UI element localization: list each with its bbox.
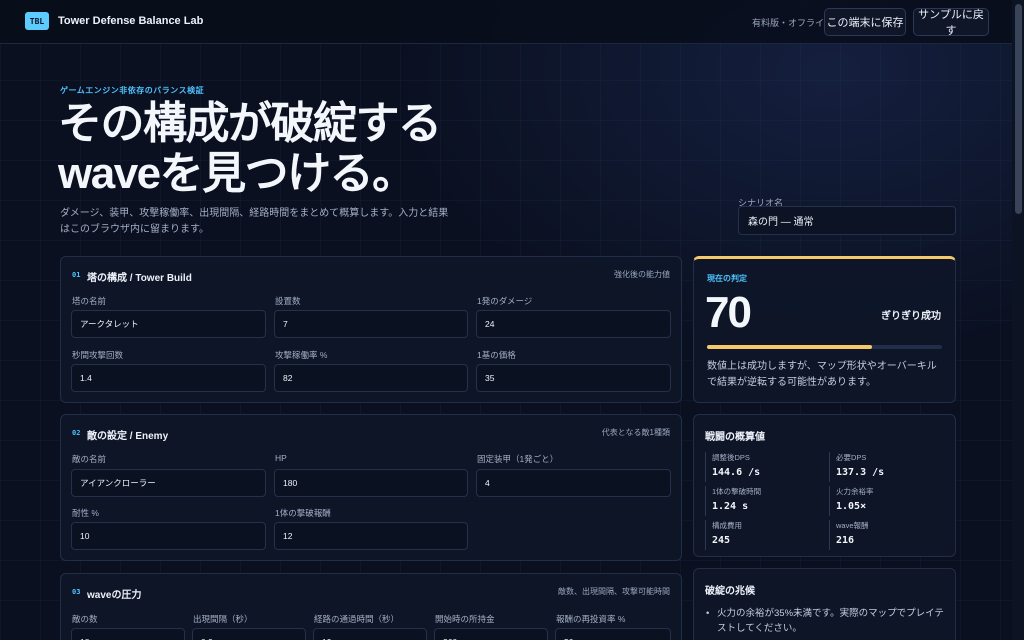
reinvest-rate-label: 報酬の再投資率 % — [556, 614, 626, 624]
metric-value: 144.6 /s — [712, 467, 761, 478]
save-to-device-button[interactable]: この端末に保存 — [824, 8, 906, 36]
metric-required-dps: 必要DPS 137.3 /s — [829, 452, 884, 482]
tower-build-panel: 01 塔の構成 / Tower Build 強化後の能力値 塔の名前 アークタレ… — [60, 256, 682, 403]
section-number: 03 — [72, 588, 81, 596]
tower-count-label: 設置数 — [275, 296, 301, 306]
enemy-count-input[interactable]: 18 — [71, 628, 185, 640]
uptime-percent-label: 攻撃稼働率 % — [275, 350, 328, 360]
attacks-per-second-input[interactable]: 1.4 — [71, 364, 266, 392]
app-logo: TBL — [25, 12, 49, 30]
enemy-panel: 02 敵の設定 / Enemy 代表となる敵1種類 敵の名前 アイアンクローラー… — [60, 414, 682, 561]
reset-to-sample-button[interactable]: サンプルに戻す — [913, 8, 989, 37]
metric-value: 1.05× — [836, 501, 867, 512]
tower-name-label: 塔の名前 — [72, 296, 107, 306]
app-title: Tower Defense Balance Lab — [58, 15, 204, 27]
signs-list-item: 火力の余裕が35%未満です。実際のマップでプレイテストしてください。 — [706, 606, 946, 636]
metric-label: 調整後DPS — [712, 453, 750, 462]
tower-cost-label: 1基の価格 — [477, 350, 516, 360]
scrollbar-thumb[interactable] — [1015, 4, 1022, 214]
kill-reward-label: 1体の撃破報酬 — [275, 508, 331, 518]
top-header: TBL Tower Defense Balance Lab 有料版・オフライン … — [0, 0, 1012, 44]
signs-title: 破綻の兆候 — [705, 586, 755, 597]
metric-label: 火力余裕率 — [836, 487, 874, 496]
enemy-name-input[interactable]: アイアンクローラー — [71, 469, 266, 497]
metric-value: 137.3 /s — [836, 467, 885, 478]
enemy-armor-label: 固定装甲（1発ごと） — [477, 454, 559, 464]
verdict-progress-track — [707, 345, 942, 349]
verdict-description: 数値上は成功しますが、マップ形状やオーバーキルで結果が逆転する可能性があります。 — [707, 361, 937, 388]
tower-count-input[interactable]: 7 — [274, 310, 468, 338]
metric-wave-reward: wave報酬 216 — [829, 520, 869, 550]
metric-value: 1.24 s — [712, 501, 749, 512]
metric-label: wave報酬 — [836, 521, 869, 530]
metric-firepower-margin: 火力余裕率 1.05× — [829, 486, 874, 516]
combat-metrics-panel: 戦闘の概算値 調整後DPS 144.6 /s 必要DPS 137.3 /s 1体… — [693, 414, 956, 557]
hero-title: その構成が破綻する waveを見つける。 — [58, 99, 558, 199]
reinvest-rate-input[interactable]: 50 — [555, 628, 671, 640]
verdict-label: 現在の判定 — [707, 274, 747, 283]
metric-value: 216 — [836, 535, 855, 546]
verdict-progress-fill — [707, 345, 872, 349]
resistance-label: 耐性 % — [72, 508, 99, 518]
hero-eyebrow: ゲームエンジン非依存のバランス検証 — [60, 86, 205, 95]
section-number: 02 — [72, 429, 81, 437]
tower-panel-title: 塔の構成 / Tower Build — [87, 273, 192, 284]
metric-build-cost: 構成費用 245 — [705, 520, 742, 550]
enemy-name-label: 敵の名前 — [72, 454, 107, 464]
verdict-status: ぎりぎり成功 — [881, 311, 941, 322]
wave-panel-title: waveの圧力 — [87, 590, 142, 601]
starting-gold-input[interactable]: 260 — [434, 628, 548, 640]
enemy-count-label: 敵の数 — [72, 614, 98, 624]
metric-label: 必要DPS — [836, 453, 867, 462]
uptime-percent-input[interactable]: 82 — [274, 364, 468, 392]
wave-panel-subtitle: 敵数、出現間隔、攻撃可能時間 — [558, 587, 670, 596]
enemy-panel-title: 敵の設定 / Enemy — [87, 431, 169, 442]
path-time-label: 経路の通過時間（秒） — [314, 614, 400, 624]
hero-description: ダメージ、装甲、攻撃稼働率、出現間隔、経路時間をまとめて概算します。入力と結果は… — [60, 208, 449, 235]
metric-label: 1体の撃破時間 — [712, 487, 762, 496]
license-mode-label: 有料版・オフライン — [752, 18, 834, 28]
damage-per-shot-label: 1発のダメージ — [477, 296, 533, 306]
metric-kill-time: 1体の撃破時間 1.24 s — [705, 486, 761, 516]
metrics-title: 戦闘の概算値 — [705, 432, 765, 443]
metric-adjusted-dps: 調整後DPS 144.6 /s — [705, 452, 760, 482]
verdict-card: 現在の判定 70 ぎりぎり成功 数値上は成功しますが、マップ形状やオーバーキルで… — [693, 256, 956, 403]
enemy-armor-input[interactable]: 4 — [476, 469, 671, 497]
enemy-hp-label: HP — [275, 453, 287, 463]
damage-per-shot-input[interactable]: 24 — [476, 310, 671, 338]
scenario-name-input[interactable]: 森の門 — 通常 — [738, 206, 956, 235]
hero-title-line-1: その構成が破綻する — [58, 99, 442, 148]
hero-title-line-2: waveを見つける。 — [58, 149, 416, 198]
enemy-hp-input[interactable]: 180 — [274, 469, 468, 497]
tower-name-input[interactable]: アークタレット — [71, 310, 266, 338]
metric-value: 245 — [712, 535, 731, 546]
kill-reward-input[interactable]: 12 — [274, 522, 468, 550]
tower-panel-subtitle: 強化後の能力値 — [614, 270, 670, 279]
starting-gold-label: 開始時の所持金 — [435, 614, 495, 624]
wave-pressure-panel: 03 waveの圧力 敵数、出現間隔、攻撃可能時間 敵の数 18 出現間隔（秒）… — [60, 573, 682, 640]
spawn-interval-input[interactable]: 0.9 — [192, 628, 306, 640]
section-number: 01 — [72, 271, 81, 279]
failure-signs-panel: 破綻の兆候 火力の余裕が35%未満です。実際のマップでプレイテストしてください。 — [693, 568, 956, 640]
tower-cost-input[interactable]: 35 — [476, 364, 671, 392]
spawn-interval-label: 出現間隔（秒） — [193, 614, 253, 624]
attacks-per-second-label: 秒間攻撃回数 — [72, 350, 124, 360]
verdict-score: 70 — [705, 288, 752, 337]
metric-label: 構成費用 — [712, 521, 742, 530]
resistance-input[interactable]: 10 — [71, 522, 266, 550]
path-time-input[interactable]: 19 — [313, 628, 427, 640]
page-scrollbar[interactable] — [1012, 0, 1024, 640]
enemy-panel-subtitle: 代表となる敵1種類 — [601, 428, 670, 437]
